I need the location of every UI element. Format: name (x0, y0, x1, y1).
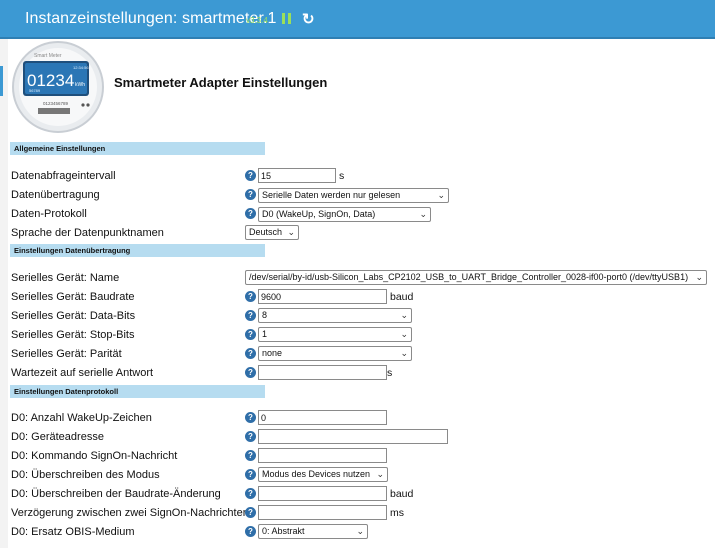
stopbits-label: Serielles Gerät: Stop-Bits (11, 329, 135, 341)
chevron-down-icon: ⌄ (400, 310, 408, 320)
baudchange-unit: baud (390, 488, 414, 500)
serial-name-label: Serielles Gerät: Name (11, 272, 120, 284)
wakeup-label: D0: Anzahl WakeUp-Zeichen (11, 412, 152, 424)
baudchange-help-icon[interactable]: ? (245, 488, 256, 499)
svg-text:Smart Meter: Smart Meter (34, 53, 62, 59)
side-strip-marker (0, 66, 3, 96)
wait-label: Wartezeit auf serielle Antwort (11, 367, 154, 379)
delay-label: Verzögerung zwischen zwei SignOn-Nachric… (11, 507, 249, 519)
wakeup-input[interactable]: 0 (258, 410, 387, 425)
side-strip (0, 39, 8, 548)
stopbits-select[interactable]: 1 ⌄ (258, 327, 412, 342)
baudchange-input[interactable] (258, 486, 387, 501)
interval-label: Datenabfrageintervall (11, 170, 116, 182)
parity-label: Serielles Gerät: Parität (11, 348, 122, 360)
signon-help-icon[interactable]: ? (245, 450, 256, 461)
parity-help-icon[interactable]: ? (245, 348, 256, 359)
address-help-icon[interactable]: ? (245, 431, 256, 442)
chevron-down-icon: ⌄ (287, 227, 295, 237)
delay-help-icon[interactable]: ? (245, 507, 256, 518)
baud-unit: baud (390, 291, 414, 303)
mode-select[interactable]: Modus des Devices nutzen ⌄ (258, 467, 388, 482)
stopbits-select-value: 1 (262, 329, 268, 339)
baud-help-icon[interactable]: ? (245, 291, 256, 302)
databits-label: Serielles Gerät: Data-Bits (11, 310, 136, 322)
baud-input[interactable]: 9600 (258, 289, 387, 304)
mode-help-icon[interactable]: ? (245, 469, 256, 480)
transfer-help-icon[interactable]: ? (245, 189, 256, 200)
svg-text:0123456789: 0123456789 (43, 101, 69, 106)
transfer-select[interactable]: Serielle Daten werden nur gelesen ⌄ (258, 188, 449, 203)
address-input[interactable] (258, 429, 448, 444)
version-badge: v3.3.4 (246, 16, 268, 25)
interval-input[interactable]: 15 (258, 168, 336, 183)
smartmeter-logo-icon: Smart Meter 12:34:56 01234 kWh 56789 012… (12, 41, 104, 133)
pause-icon[interactable] (282, 13, 291, 24)
obis-label: D0: Ersatz OBIS-Medium (11, 526, 135, 538)
interval-unit: s (339, 170, 345, 182)
chevron-down-icon: ⌄ (695, 272, 703, 282)
protocol-select-value: D0 (WakeUp, SignOn, Data) (262, 209, 376, 219)
reload-icon[interactable]: ↻ (302, 10, 315, 28)
protocol-label: Daten-Protokoll (11, 208, 87, 220)
interval-help-icon[interactable]: ? (245, 170, 256, 181)
baudchange-label: D0: Überschreiben der Baudrate-Änderung (11, 488, 221, 500)
signon-label: D0: Kommando SignOn-Nachricht (11, 450, 178, 462)
delay-input[interactable] (258, 505, 387, 520)
chevron-down-icon: ⌄ (437, 190, 445, 200)
chevron-down-icon: ⌄ (400, 329, 408, 339)
transfer-label: Datenübertragung (11, 189, 100, 201)
transfer-select-value: Serielle Daten werden nur gelesen (262, 190, 401, 200)
parity-select-value: none (262, 348, 283, 358)
mode-label: D0: Überschreiben des Modus (11, 469, 160, 481)
svg-text:12:34:56: 12:34:56 (73, 65, 89, 70)
baud-label: Serielles Gerät: Baudrate (11, 291, 135, 303)
language-select-value: Deutsch (249, 227, 283, 237)
chevron-down-icon: ⌄ (356, 526, 364, 536)
serial-name-select[interactable]: /dev/serial/by-id/usb-Silicon_Labs_CP210… (245, 270, 707, 285)
window-title: Instanzeinstellungen: smartmeter.1 (25, 10, 277, 27)
svg-text:56789: 56789 (29, 88, 41, 93)
obis-select[interactable]: 0: Abstrakt ⌄ (258, 524, 368, 539)
svg-text:kWh: kWh (75, 82, 85, 88)
section-general: Allgemeine Einstellungen (10, 142, 265, 155)
wakeup-help-icon[interactable]: ? (245, 412, 256, 423)
wait-unit: s (387, 367, 393, 379)
delay-unit: ms (390, 507, 404, 519)
title-bar: Instanzeinstellungen: smartmeter.1 v3.3.… (0, 0, 715, 39)
wait-input[interactable] (258, 365, 387, 380)
protocol-help-icon[interactable]: ? (245, 208, 256, 219)
chevron-down-icon: ⌄ (419, 209, 427, 219)
obis-select-value: 0: Abstrakt (262, 526, 305, 536)
chevron-down-icon: ⌄ (376, 469, 384, 479)
serial-name-select-value: /dev/serial/by-id/usb-Silicon_Labs_CP210… (249, 272, 689, 282)
databits-select-value: 8 (262, 310, 268, 320)
mode-select-value: Modus des Devices nutzen (262, 469, 371, 479)
signon-input[interactable] (258, 448, 387, 463)
wait-help-icon[interactable]: ? (245, 367, 256, 378)
section-protocol: Einstellungen Datenprotokoll (10, 385, 265, 398)
protocol-select[interactable]: D0 (WakeUp, SignOn, Data) ⌄ (258, 207, 431, 222)
obis-help-icon[interactable]: ? (245, 526, 256, 537)
databits-help-icon[interactable]: ? (245, 310, 256, 321)
address-label: D0: Geräteadresse (11, 431, 104, 443)
databits-select[interactable]: 8 ⌄ (258, 308, 412, 323)
stopbits-help-icon[interactable]: ? (245, 329, 256, 340)
page-title: Smartmeter Adapter Einstellungen (114, 75, 328, 90)
language-label: Sprache der Datenpunktnamen (11, 227, 164, 239)
chevron-down-icon: ⌄ (400, 348, 408, 358)
parity-select[interactable]: none ⌄ (258, 346, 412, 361)
language-select[interactable]: Deutsch ⌄ (245, 225, 299, 240)
section-transfer: Einstellungen Datenübertragung (10, 244, 265, 257)
